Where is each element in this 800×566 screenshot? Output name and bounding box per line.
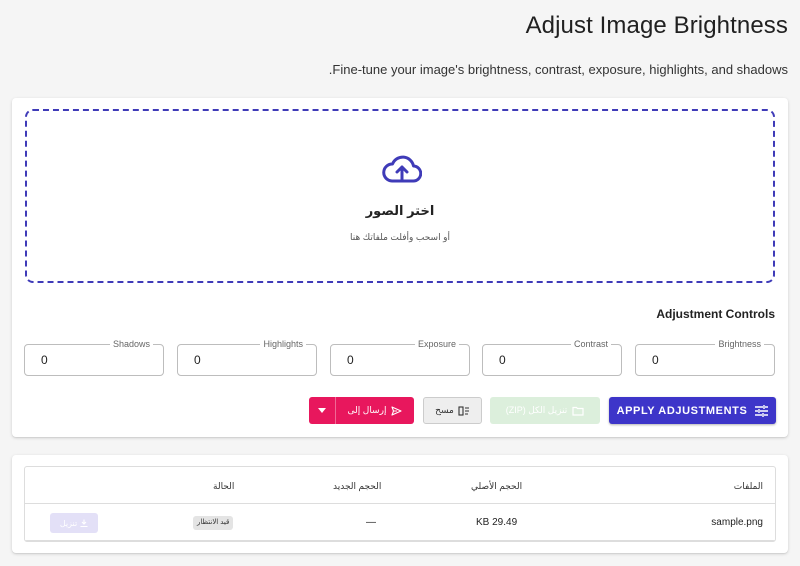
download-button[interactable]: تنزيل bbox=[50, 513, 98, 533]
page-subtitle: Fine-tune your image's brightness, contr… bbox=[328, 62, 788, 77]
status-badge: قيد الانتظار bbox=[193, 516, 234, 530]
files-table: الملفات الحجم الأصلي الحجم الجديد الحالة… bbox=[24, 466, 776, 542]
table-header: الملفات الحجم الأصلي الحجم الجديد الحالة bbox=[25, 467, 775, 504]
files-card: الملفات الحجم الأصلي الحجم الجديد الحالة… bbox=[12, 455, 788, 553]
header-new-size: الحجم الجديد bbox=[333, 481, 382, 491]
editor-card: اختر الصور أو اسحب وأفلت ملفاتك هنا Adju… bbox=[12, 98, 788, 437]
folder-icon bbox=[572, 406, 584, 416]
download-zip-label: تنزيل الكل (ZIP) bbox=[505, 405, 568, 415]
send-to-dropdown-button[interactable] bbox=[309, 397, 336, 424]
highlights-field[interactable]: Highlights 0 bbox=[177, 339, 317, 376]
clear-button[interactable]: مسح bbox=[423, 397, 482, 424]
file-dropzone[interactable]: اختر الصور أو اسحب وأفلت ملفاتك هنا bbox=[25, 109, 775, 283]
cloud-upload-icon bbox=[382, 155, 422, 183]
shadows-value: 0 bbox=[41, 353, 48, 367]
dropzone-title: اختر الصور bbox=[365, 203, 435, 218]
clear-list-icon bbox=[458, 405, 469, 416]
send-icon bbox=[391, 405, 403, 416]
header-files: الملفات bbox=[733, 481, 763, 491]
contrast-field[interactable]: Contrast 0 bbox=[482, 339, 622, 376]
download-zip-button[interactable]: تنزيل الكل (ZIP) bbox=[490, 397, 600, 424]
header-status: الحالة bbox=[213, 481, 235, 491]
download-icon bbox=[80, 519, 88, 527]
tune-icon bbox=[755, 404, 769, 417]
apply-adjustments-label: APPLY ADJUSTMENTS bbox=[616, 404, 748, 417]
send-to-label: إرسال إلى bbox=[347, 405, 387, 415]
download-label: تنزيل bbox=[59, 518, 78, 528]
shadows-field[interactable]: Shadows 0 bbox=[24, 339, 164, 376]
clear-label: مسح bbox=[435, 405, 454, 415]
page-title: Adjust Image Brightness bbox=[525, 12, 788, 39]
table-row: sample.png 29.49 KB — قيد الانتظار تنزيل bbox=[25, 504, 775, 541]
exposure-label: Exposure bbox=[414, 339, 459, 350]
original-size: 29.49 KB bbox=[476, 517, 518, 528]
file-name: sample.png bbox=[711, 517, 763, 528]
adjustment-controls-title: Adjustment Controls bbox=[656, 307, 775, 321]
header-original-size: الحجم الأصلي bbox=[471, 481, 523, 491]
brightness-value: 0 bbox=[652, 353, 659, 367]
new-size: — bbox=[366, 517, 376, 528]
dropzone-hint: أو اسحب وأفلت ملفاتك هنا bbox=[350, 232, 450, 242]
exposure-field[interactable]: Exposure 0 bbox=[330, 339, 470, 376]
brightness-label: Brightness bbox=[715, 339, 764, 350]
shadows-label: Shadows bbox=[109, 339, 153, 350]
contrast-label: Contrast bbox=[570, 339, 611, 350]
highlights-label: Highlights bbox=[260, 339, 306, 350]
apply-adjustments-button[interactable]: APPLY ADJUSTMENTS bbox=[609, 397, 776, 424]
send-to-button[interactable]: إرسال إلى bbox=[336, 397, 414, 424]
exposure-value: 0 bbox=[347, 353, 354, 367]
caret-down-icon bbox=[318, 408, 326, 413]
highlights-value: 0 bbox=[194, 353, 201, 367]
brightness-field[interactable]: Brightness 0 bbox=[635, 339, 775, 376]
contrast-value: 0 bbox=[499, 353, 506, 367]
